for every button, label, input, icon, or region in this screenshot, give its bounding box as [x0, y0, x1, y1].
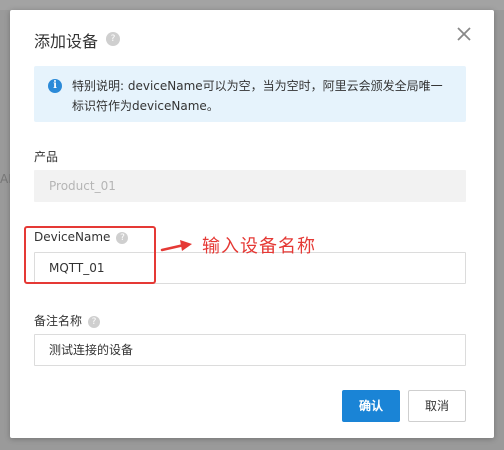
remark-help-icon[interactable]: ?: [88, 315, 101, 328]
add-device-dialog: 添加设备 ? i 特别说明: deviceName可以为空，当为空时，阿里云会颁…: [10, 10, 494, 438]
info-icon: i: [48, 79, 62, 93]
annotation-text: 输入设备名称: [202, 236, 316, 257]
info-notice: i 特别说明: deviceName可以为空，当为空时，阿里云会颁发全局唯一标识…: [34, 66, 466, 122]
remark-input[interactable]: 测试连接的设备: [34, 334, 466, 366]
close-icon[interactable]: [454, 24, 474, 44]
annotation-arrow-icon: [160, 240, 192, 252]
remark-label: 备注名称?: [34, 312, 101, 329]
cancel-button[interactable]: 取消: [408, 390, 466, 422]
help-icon[interactable]: ?: [106, 32, 120, 46]
confirm-button[interactable]: 确认: [342, 390, 400, 422]
remark-label-text: 备注名称: [34, 314, 83, 328]
background-header-strip: [0, 0, 504, 10]
devicename-highlight-box: [24, 226, 156, 284]
dialog-title: 添加设备: [34, 32, 99, 51]
info-text: 特别说明: deviceName可以为空，当为空时，阿里云会颁发全局唯一标识符作…: [72, 79, 443, 113]
product-label: 产品: [34, 150, 59, 164]
product-input: Product_01: [34, 170, 466, 202]
